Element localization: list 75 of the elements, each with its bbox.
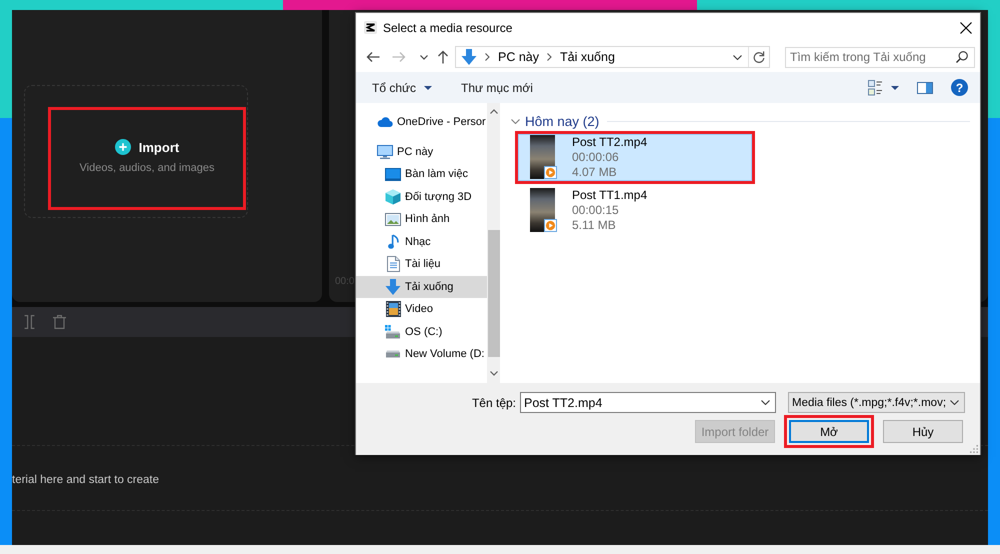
cube-icon [385, 188, 401, 205]
refresh-icon[interactable] [753, 51, 765, 63]
plus-circle-icon [114, 139, 131, 155]
chevron-down-icon[interactable] [761, 400, 770, 405]
download-arrow-icon [461, 49, 477, 65]
preview-pane-icon[interactable] [917, 82, 933, 94]
split-icon[interactable] [24, 315, 35, 329]
address-bar[interactable]: PC này Tải xuống [455, 46, 770, 68]
cloud-icon [377, 117, 393, 128]
file-name: Post TT1.mp4 [572, 188, 648, 203]
file-size: 5.11 MB [572, 218, 617, 233]
dialog-button[interactable]: Mở [789, 420, 869, 443]
play-badge-icon [544, 219, 557, 232]
file-duration: 00:00:06 [572, 150, 620, 165]
file-type-dropdown[interactable]: Media files (*.mpg;*.f4v;*.mov; [788, 392, 965, 413]
breadcrumb-chevron-icon[interactable] [547, 53, 552, 61]
nav-item[interactable]: Hình ảnh [356, 208, 487, 230]
trash-icon[interactable] [53, 315, 66, 329]
caret-icon[interactable] [891, 86, 899, 90]
help-button[interactable]: ? [951, 79, 968, 96]
nav-item[interactable]: PC này [356, 140, 487, 163]
scrollbar-thumb[interactable] [488, 230, 500, 357]
import-card[interactable]: Import Videos, audios, and images [24, 85, 248, 218]
dialog-title: Select a media resource [383, 20, 512, 34]
timeline-hint: terial here and start to create [12, 473, 160, 487]
nav-item[interactable]: OS (C:) [356, 320, 487, 343]
app-logo-icon [364, 21, 377, 34]
search-icon[interactable] [956, 51, 968, 63]
dialog-button[interactable]: Hủy [883, 420, 963, 443]
music-note-icon [388, 234, 398, 250]
chevron-down-icon[interactable] [420, 54, 428, 60]
file-name-field[interactable]: Post TT2.mp4 [520, 392, 776, 413]
picture-icon [385, 212, 401, 226]
view-options-icon[interactable] [868, 80, 882, 96]
back-icon[interactable] [366, 51, 380, 63]
file-name: Post TT2.mp4 [572, 135, 648, 150]
file-item[interactable]: Post TT1.mp4 00:00:15 5.11 MB [518, 187, 752, 234]
up-arrow-icon[interactable] [437, 50, 449, 64]
file-item[interactable]: Post TT2.mp4 00:00:06 4.07 MB [518, 134, 752, 181]
import-label: Import [138, 140, 180, 154]
nav-item[interactable]: Tài liệu [356, 253, 487, 276]
file-size: 4.07 MB [572, 165, 618, 180]
film-icon [386, 301, 400, 318]
organize-menu[interactable]: Tổ chức [365, 76, 440, 100]
group-header: Hôm nay (2) [525, 114, 600, 128]
drive-icon [385, 350, 401, 358]
file-name-label: Tên tệp: [472, 396, 516, 410]
scrollbar[interactable] [487, 103, 500, 383]
nav-item[interactable]: Video [356, 298, 487, 320]
search-field[interactable]: Tìm kiếm trong Tải xuống [785, 46, 975, 68]
chevron-down-icon [950, 400, 959, 405]
breadcrumb[interactable]: Tải xuống [560, 50, 615, 64]
nav-item[interactable]: Đối tượng 3D [356, 186, 487, 208]
chevron-up-icon[interactable] [490, 109, 498, 114]
nav-item[interactable]: New Volume (D: [356, 343, 487, 366]
breadcrumb-chevron-icon[interactable] [485, 53, 490, 61]
desktop-icon [385, 168, 401, 181]
breadcrumb[interactable]: PC này [498, 50, 539, 64]
nav-item[interactable]: Nhạc [356, 230, 487, 253]
download-arrow-icon [385, 278, 401, 295]
nav-item[interactable]: Bàn làm việc [356, 163, 487, 186]
new-folder-button[interactable]: Thư mục mới [454, 76, 540, 100]
resize-grip-icon[interactable] [970, 445, 978, 453]
close-icon[interactable] [960, 22, 972, 34]
monitor-icon [377, 144, 393, 159]
drive-icon [385, 324, 401, 339]
nav-item[interactable]: Tải xuống [356, 276, 487, 298]
import-hint: Videos, audios, and images [80, 162, 214, 174]
play-badge-icon [544, 166, 557, 179]
caret-icon [424, 86, 432, 90]
document-icon [386, 256, 400, 272]
file-duration: 00:00:15 [572, 203, 620, 218]
nav-item[interactable]: OneDrive - Persor [356, 111, 487, 134]
chevron-down-icon[interactable] [733, 54, 742, 60]
chevron-down-icon[interactable] [490, 371, 498, 376]
